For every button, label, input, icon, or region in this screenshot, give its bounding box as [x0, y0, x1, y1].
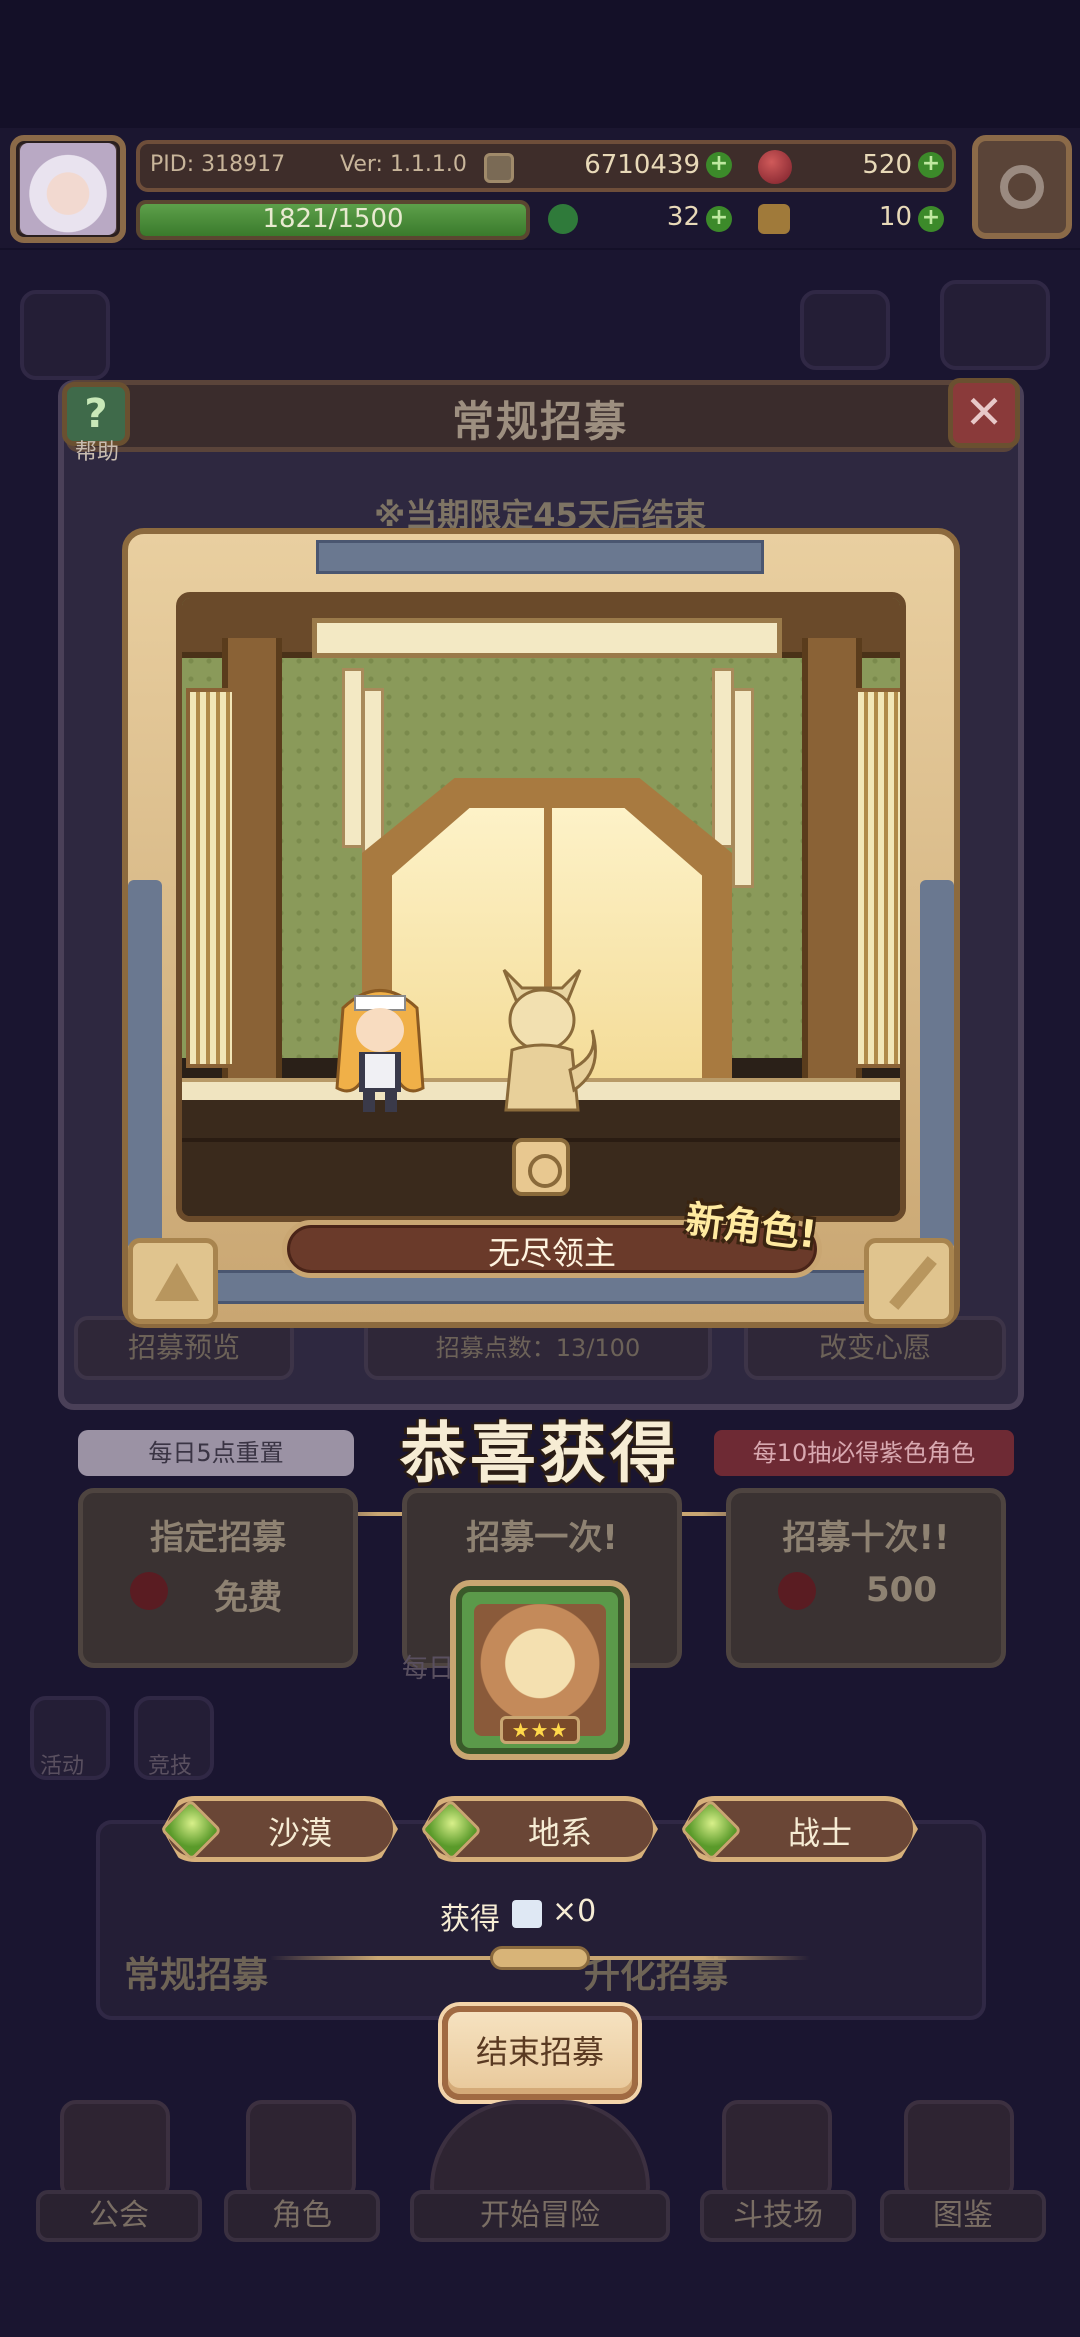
add-clover-button[interactable]: +: [706, 206, 732, 232]
gem-icon: [778, 1572, 816, 1610]
triangle-icon: [155, 1263, 199, 1301]
close-button[interactable]: ✕: [948, 378, 1020, 448]
maid-character-sprite: [335, 989, 425, 1112]
gold-coin-icon: [484, 153, 514, 183]
divider-ornament: [270, 1946, 810, 1970]
add-gold-button[interactable]: +: [706, 152, 732, 178]
arena-side-label: 竞技: [148, 1754, 193, 1779]
regular-banner-label: 常规招募: [124, 1955, 269, 1996]
crossed-swords-icon: [722, 2100, 832, 2200]
game-version: Ver: 1.1.1.0: [340, 152, 467, 177]
nav-arena[interactable]: 斗技场: [700, 2190, 856, 2242]
settings-button[interactable]: [972, 135, 1072, 239]
fox-character-sprite: [502, 968, 597, 1112]
help-label: 帮助: [74, 440, 119, 465]
guild-icon: [60, 2100, 170, 2200]
gem-amount: 520: [862, 150, 912, 180]
obtain-label: 获得: [440, 1902, 500, 1937]
recruit-type-button[interactable]: [128, 1238, 218, 1324]
class-button[interactable]: [864, 1238, 954, 1324]
obtain-count: ×0: [552, 1894, 597, 1929]
recruit-scene-image: [176, 592, 906, 1222]
designated-recruit-price: 免费: [214, 1578, 282, 1618]
attribute-tag-earth-label: 地系: [527, 1814, 592, 1852]
clover-icon: [548, 204, 578, 234]
nav-character[interactable]: 角色: [224, 2190, 380, 2242]
recruit-ten-title: 招募十次!!: [782, 1518, 950, 1558]
add-gem-button[interactable]: +: [918, 152, 944, 178]
coin-emblem-icon: [512, 1138, 570, 1196]
card-left-band: [128, 880, 162, 1250]
page-title: 常规招募: [451, 397, 628, 446]
end-recruit-button[interactable]: 结束招募: [442, 2006, 638, 2100]
character-icon: [246, 2100, 356, 2200]
recruit-once-title: 招募一次!: [466, 1518, 618, 1558]
add-key-button[interactable]: +: [918, 206, 944, 232]
nav-start-adventure[interactable]: 开始冒险: [410, 2190, 670, 2242]
nav-codex[interactable]: 图鉴: [880, 2190, 1046, 2242]
avatar[interactable]: [20, 143, 116, 235]
congrats-title: 恭喜获得: [400, 1415, 680, 1492]
activity-label: 活动: [40, 1754, 85, 1779]
key-amount: 10: [878, 202, 912, 232]
attribute-tag-warrior-label: 战士: [787, 1814, 852, 1852]
player-id: PID: 318917: [150, 152, 286, 177]
obtain-row: 获得 ×0: [440, 1894, 640, 1938]
event-icon: [20, 290, 110, 380]
balloon-icon: [940, 280, 1050, 370]
book-icon: [904, 2100, 1014, 2200]
attribute-tag-desert-label: 沙漠: [267, 1814, 332, 1852]
sword-icon: [889, 1256, 937, 1310]
exp-text: 1821/1500: [262, 204, 404, 234]
designated-recruit-title: 指定招募: [150, 1518, 286, 1558]
ticket-icon: [512, 1900, 542, 1928]
nav-guild[interactable]: 公会: [36, 2190, 202, 2242]
card-top-band: [316, 540, 764, 574]
gold-amount: 6710439: [584, 150, 700, 180]
card-right-band: [920, 880, 954, 1250]
red-gem-icon: [758, 150, 792, 184]
gear-icon: [1000, 165, 1044, 209]
star-rating: ★★★: [500, 1716, 580, 1744]
gem-icon: [130, 1572, 168, 1610]
key-icon: [758, 204, 790, 234]
recruit-ten-price: 500: [866, 1570, 937, 1610]
clover-amount: 32: [666, 202, 700, 232]
chat-icon: [800, 290, 890, 370]
